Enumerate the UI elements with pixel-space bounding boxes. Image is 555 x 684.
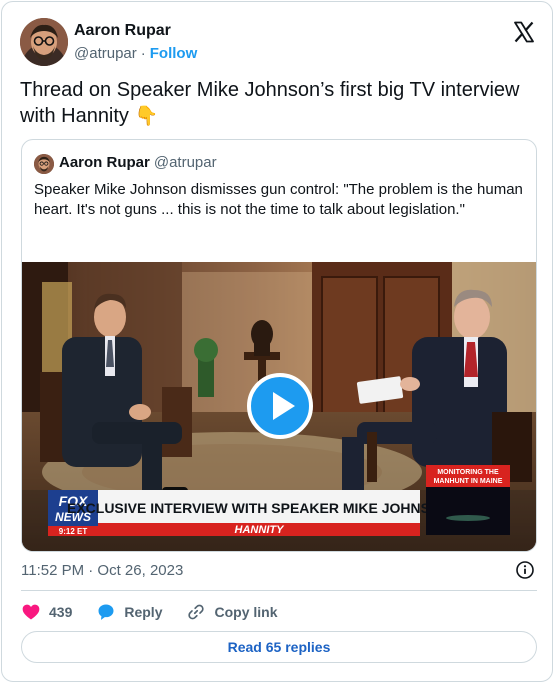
side-banner-line-2: MANHUNT IN MAINE <box>434 478 503 485</box>
reply-button[interactable]: Reply <box>96 602 162 622</box>
follow-button[interactable]: Follow <box>150 45 198 62</box>
tweet-body: Thread on Speaker Mike Johnson’s first b… <box>20 79 520 127</box>
quoted-author: Aaron Rupar @atrupar <box>59 154 217 171</box>
copy-link-button[interactable]: Copy link <box>186 602 278 622</box>
copy-link-label: Copy link <box>214 604 278 620</box>
reply-bubble-icon <box>98 604 114 620</box>
reply-label: Reply <box>124 604 163 620</box>
avatar[interactable] <box>20 18 68 66</box>
read-replies-button[interactable]: Read 65 replies <box>21 631 537 663</box>
link-icon <box>188 604 205 620</box>
side-banner-line-1: MONITORING THE <box>437 469 499 476</box>
x-logo-icon[interactable] <box>512 20 536 44</box>
chyron-show: HANNITY <box>235 524 286 536</box>
tweet-text: Thread on Speaker Mike Johnson’s first b… <box>20 77 530 129</box>
info-icon[interactable] <box>515 560 535 580</box>
quoted-author-handle: @atrupar <box>153 154 217 171</box>
heart-icon <box>22 604 40 620</box>
video-thumbnail[interactable]: FOX NEWS 9:12 ET EXCLUSIVE INTERVIEW WIT… <box>22 262 536 551</box>
action-bar: 439 Reply Copy link <box>21 600 278 624</box>
quoted-avatar <box>34 154 54 174</box>
quoted-text: Speaker Mike Johnson dismisses gun contr… <box>34 181 523 218</box>
author-handle-line: @atrupar · Follow <box>74 45 197 62</box>
separator-dot: · <box>140 45 146 62</box>
pointing-down-emoji-icon: 👇 <box>134 105 159 127</box>
quoted-tweet[interactable]: Aaron Rupar @atrupar Speaker Mike Johnson… <box>21 139 537 552</box>
play-button[interactable] <box>247 373 313 439</box>
like-count: 439 <box>49 604 73 620</box>
chyron-headline: EXCLUSIVE INTERVIEW WITH SPEAKER MIKE JO… <box>67 500 451 516</box>
like-button[interactable]: 439 <box>21 602 72 622</box>
quoted-author-name: Aaron Rupar <box>59 154 150 171</box>
play-icon <box>273 392 295 420</box>
author-name[interactable]: Aaron Rupar <box>74 22 171 40</box>
chyron-time: 9:12 ET <box>59 527 88 536</box>
tweet-timestamp[interactable]: 11:52 PM · Oct 26, 2023 <box>21 562 183 579</box>
author-handle[interactable]: @atrupar <box>74 45 137 62</box>
tweet-embed-card: Aaron Rupar @atrupar · Follow Thread on Sp… <box>1 1 553 682</box>
divider <box>21 590 537 591</box>
